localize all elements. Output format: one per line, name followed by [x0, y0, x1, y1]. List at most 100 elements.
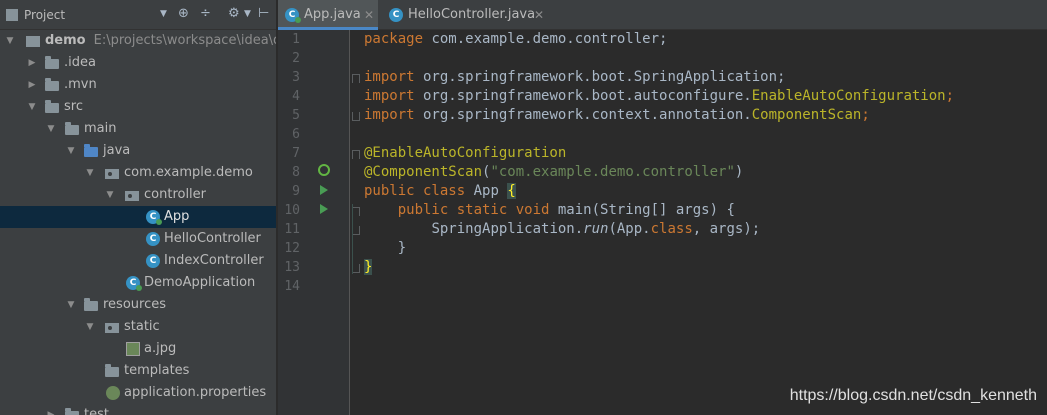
code-token: org.springframework.boot.SpringApplicati…: [414, 69, 786, 85]
tree-item-ajpg[interactable]: a.jpg: [0, 338, 276, 360]
code-line: package com.example.demo.controller;: [364, 30, 667, 49]
tree-item-package[interactable]: ▼ com.example.demo: [0, 162, 276, 184]
code-token: main(String[] args) {: [549, 202, 735, 218]
hide-panel-icon[interactable]: ⊢: [258, 6, 269, 21]
line-number: 8: [292, 165, 300, 180]
fold-icon[interactable]: [352, 207, 360, 216]
code-line: public class App {: [364, 182, 516, 201]
class-icon: C: [146, 254, 160, 268]
fold-icon[interactable]: [352, 226, 360, 235]
code-token: import: [364, 107, 415, 123]
tree-item-src[interactable]: ▼ src: [0, 96, 276, 118]
spring-class-icon: C: [126, 276, 142, 291]
fold-icon[interactable]: [352, 264, 360, 273]
tree-item-templates[interactable]: templates: [0, 360, 276, 382]
code-token: (App.: [608, 221, 651, 237]
spring-bean-icon[interactable]: [318, 164, 330, 176]
code-line: import org.springframework.context.annot…: [364, 106, 870, 125]
code-line: import org.springframework.boot.autoconf…: [364, 87, 954, 106]
tree-item-idea[interactable]: ▶ .idea: [0, 52, 276, 74]
spring-class-icon: C: [285, 8, 301, 23]
run-icon[interactable]: [320, 185, 328, 195]
chevron-down-icon[interactable]: ▼: [84, 162, 96, 184]
fold-icon[interactable]: [352, 112, 360, 121]
scope-indicator: [352, 204, 353, 274]
code-token: run: [583, 221, 609, 237]
collapse-all-icon[interactable]: ÷: [200, 6, 211, 21]
project-panel-title[interactable]: Project: [24, 8, 65, 22]
tree-item-label: test: [84, 407, 109, 415]
line-number: 5: [292, 108, 300, 123]
fold-icon[interactable]: [352, 74, 360, 83]
tree-item-demo[interactable]: ▼ demo E:\projects\workspace\idea\de: [0, 30, 277, 52]
project-view-icon: [6, 8, 18, 21]
line-number: 13: [284, 260, 300, 275]
code-line: import org.springframework.boot.SpringAp…: [364, 68, 785, 87]
package-icon: [125, 191, 139, 201]
scroll-from-source-icon[interactable]: ⊕: [178, 6, 189, 21]
gear-icon[interactable]: ⚙: [228, 6, 240, 21]
chevron-down-icon[interactable]: ▼: [104, 184, 116, 206]
line-number: 2: [292, 51, 300, 66]
chevron-down-icon[interactable]: ▼: [4, 30, 16, 52]
resources-folder-icon: [84, 298, 98, 311]
line-number: 10: [284, 203, 300, 218]
close-icon[interactable]: ✕: [534, 0, 544, 30]
folder-icon: [45, 100, 59, 113]
run-icon[interactable]: [320, 204, 328, 214]
tree-item-app[interactable]: C App: [0, 206, 276, 228]
spring-class-icon: C: [146, 210, 162, 225]
tree-item-static[interactable]: ▼ static: [0, 316, 276, 338]
tree-item-resources[interactable]: ▼ resources: [0, 294, 276, 316]
chevron-right-icon[interactable]: ▶: [45, 404, 57, 415]
tree-item-controller[interactable]: ▼ controller: [0, 184, 276, 206]
tree-item-label: App: [164, 209, 190, 224]
chevron-down-icon[interactable]: ▼: [65, 294, 77, 316]
tab-label: App.java: [304, 7, 361, 22]
code-line: public static void main(String[] args) {: [364, 201, 735, 220]
line-number: 9: [292, 184, 300, 199]
tree-item-demoapplication[interactable]: C DemoApplication: [0, 272, 276, 294]
chevron-right-icon[interactable]: ▶: [26, 52, 38, 74]
code-token: @ComponentScan: [364, 164, 483, 180]
tree-item-indexcontroller[interactable]: C IndexController: [0, 250, 276, 272]
chevron-down-icon[interactable]: ▼: [84, 316, 96, 338]
tree-item-label: static: [124, 319, 160, 334]
tab-hellocontroller-java[interactable]: C HelloController.java ✕: [382, 0, 550, 30]
tree-item-mvn[interactable]: ▶ .mvn: [0, 74, 276, 96]
chevron-down-icon[interactable]: ▼: [65, 140, 77, 162]
package-icon: [105, 169, 119, 179]
tree-item-label: application.properties: [124, 385, 267, 400]
tree-item-label: demo: [45, 33, 86, 48]
tree-item-label: src: [64, 99, 83, 114]
editor-gutter: 1 2 3 4 5 6 7 8 9 10 11 12 13 14: [278, 30, 360, 415]
gear-dropdown-icon[interactable]: ▼: [244, 9, 251, 19]
tab-app-java[interactable]: C App.java ✕: [278, 0, 378, 30]
folder-icon: [45, 56, 59, 69]
tree-item-main[interactable]: ▼ main: [0, 118, 276, 140]
chevron-down-icon[interactable]: ▼: [160, 9, 167, 19]
tree-item-java[interactable]: ▼ java: [0, 140, 276, 162]
close-icon[interactable]: ✕: [364, 0, 374, 30]
code-token: }: [364, 240, 407, 256]
code-token: {: [507, 183, 516, 199]
tree-item-path: E:\projects\workspace\idea\de: [93, 33, 277, 48]
code-token: SpringApplication.: [431, 221, 584, 237]
tree-item-hellocontroller[interactable]: C HelloController: [0, 228, 276, 250]
spring-properties-icon: [106, 386, 120, 400]
chevron-down-icon[interactable]: ▼: [26, 96, 38, 118]
tree-item-application-properties[interactable]: application.properties: [0, 382, 276, 404]
code-token: ): [734, 164, 744, 180]
chevron-right-icon[interactable]: ▶: [26, 74, 38, 96]
code-token: class: [650, 221, 693, 237]
code-token: org.springframework.boot.autoconfigure.: [414, 88, 752, 104]
watermark: https://blog.csdn.net/csdn_kenneth: [789, 387, 1037, 404]
folder-icon: [105, 364, 119, 377]
tree-item-test[interactable]: ▶ test: [0, 404, 276, 415]
code-line: @EnableAutoConfiguration: [364, 144, 566, 163]
tree-item-label: a.jpg: [144, 341, 177, 356]
fold-icon[interactable]: [352, 150, 360, 159]
chevron-down-icon[interactable]: ▼: [45, 118, 57, 140]
code-token: public class: [364, 183, 466, 199]
